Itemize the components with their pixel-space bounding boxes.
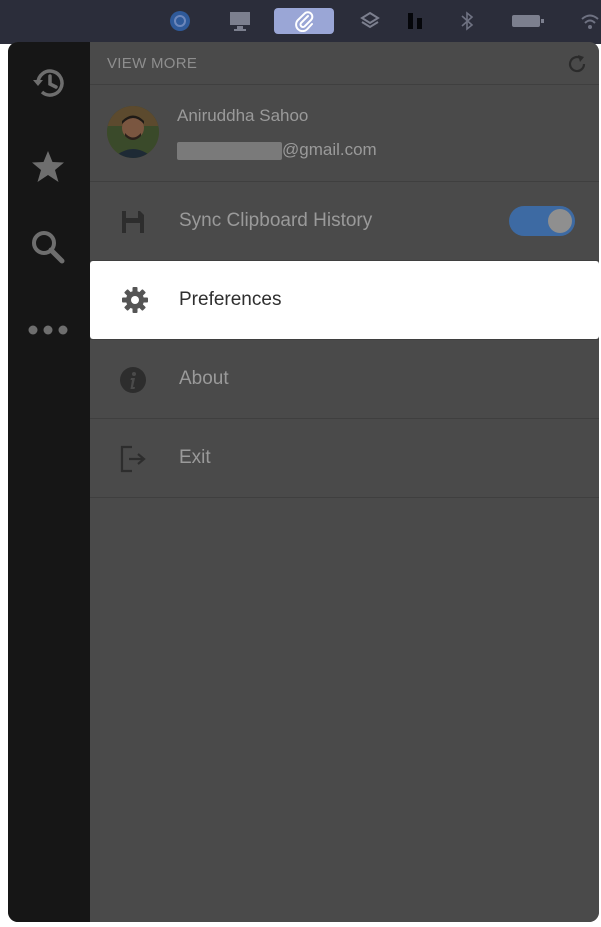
history-icon[interactable]: [25, 60, 71, 106]
layers-icon[interactable]: [352, 8, 388, 34]
preferences-row[interactable]: Preferences: [90, 261, 599, 339]
menu-bar: [0, 0, 601, 44]
about-label: About: [179, 368, 229, 389]
exit-row[interactable]: Exit: [90, 419, 599, 498]
paperclip-icon[interactable]: [274, 8, 334, 34]
email-redaction: [177, 142, 282, 160]
floppy-disk-icon: [118, 207, 148, 237]
panel-title: VIEW MORE: [107, 55, 198, 72]
more-icon[interactable]: [25, 307, 71, 353]
exit-label: Exit: [179, 447, 211, 468]
gear-icon: [120, 285, 150, 315]
account-email: @gmail.com: [282, 140, 377, 159]
refresh-icon[interactable]: [565, 52, 589, 76]
view-more-panel: VIEW MORE Aniruddha Sahoo @gmail.com Syn…: [90, 42, 599, 922]
star-icon[interactable]: [25, 144, 71, 190]
wifi-icon[interactable]: [578, 8, 601, 34]
bluetooth-icon[interactable]: [454, 8, 480, 34]
account-name: Aniruddha Sahoo: [177, 106, 309, 125]
app-window: VIEW MORE Aniruddha Sahoo @gmail.com Syn…: [8, 42, 599, 922]
exit-icon: [118, 444, 148, 474]
panel-header: VIEW MORE: [90, 42, 599, 85]
display-icon[interactable]: [222, 8, 258, 34]
about-row[interactable]: About: [90, 340, 599, 419]
sync-toggle[interactable]: [509, 206, 575, 236]
info-icon: [118, 365, 148, 395]
app-icon[interactable]: [162, 8, 198, 34]
battery-icon: [505, 8, 551, 34]
sync-clipboard-row[interactable]: Sync Clipboard History: [90, 182, 599, 261]
bars-icon[interactable]: [400, 8, 430, 34]
avatar: [107, 106, 159, 158]
search-icon[interactable]: [25, 224, 71, 270]
toggle-knob: [548, 209, 572, 233]
sync-clipboard-label: Sync Clipboard History: [179, 210, 373, 231]
account-card: Aniruddha Sahoo @gmail.com: [90, 84, 599, 182]
sidebar-rail: [8, 42, 90, 922]
preferences-label: Preferences: [179, 289, 282, 310]
